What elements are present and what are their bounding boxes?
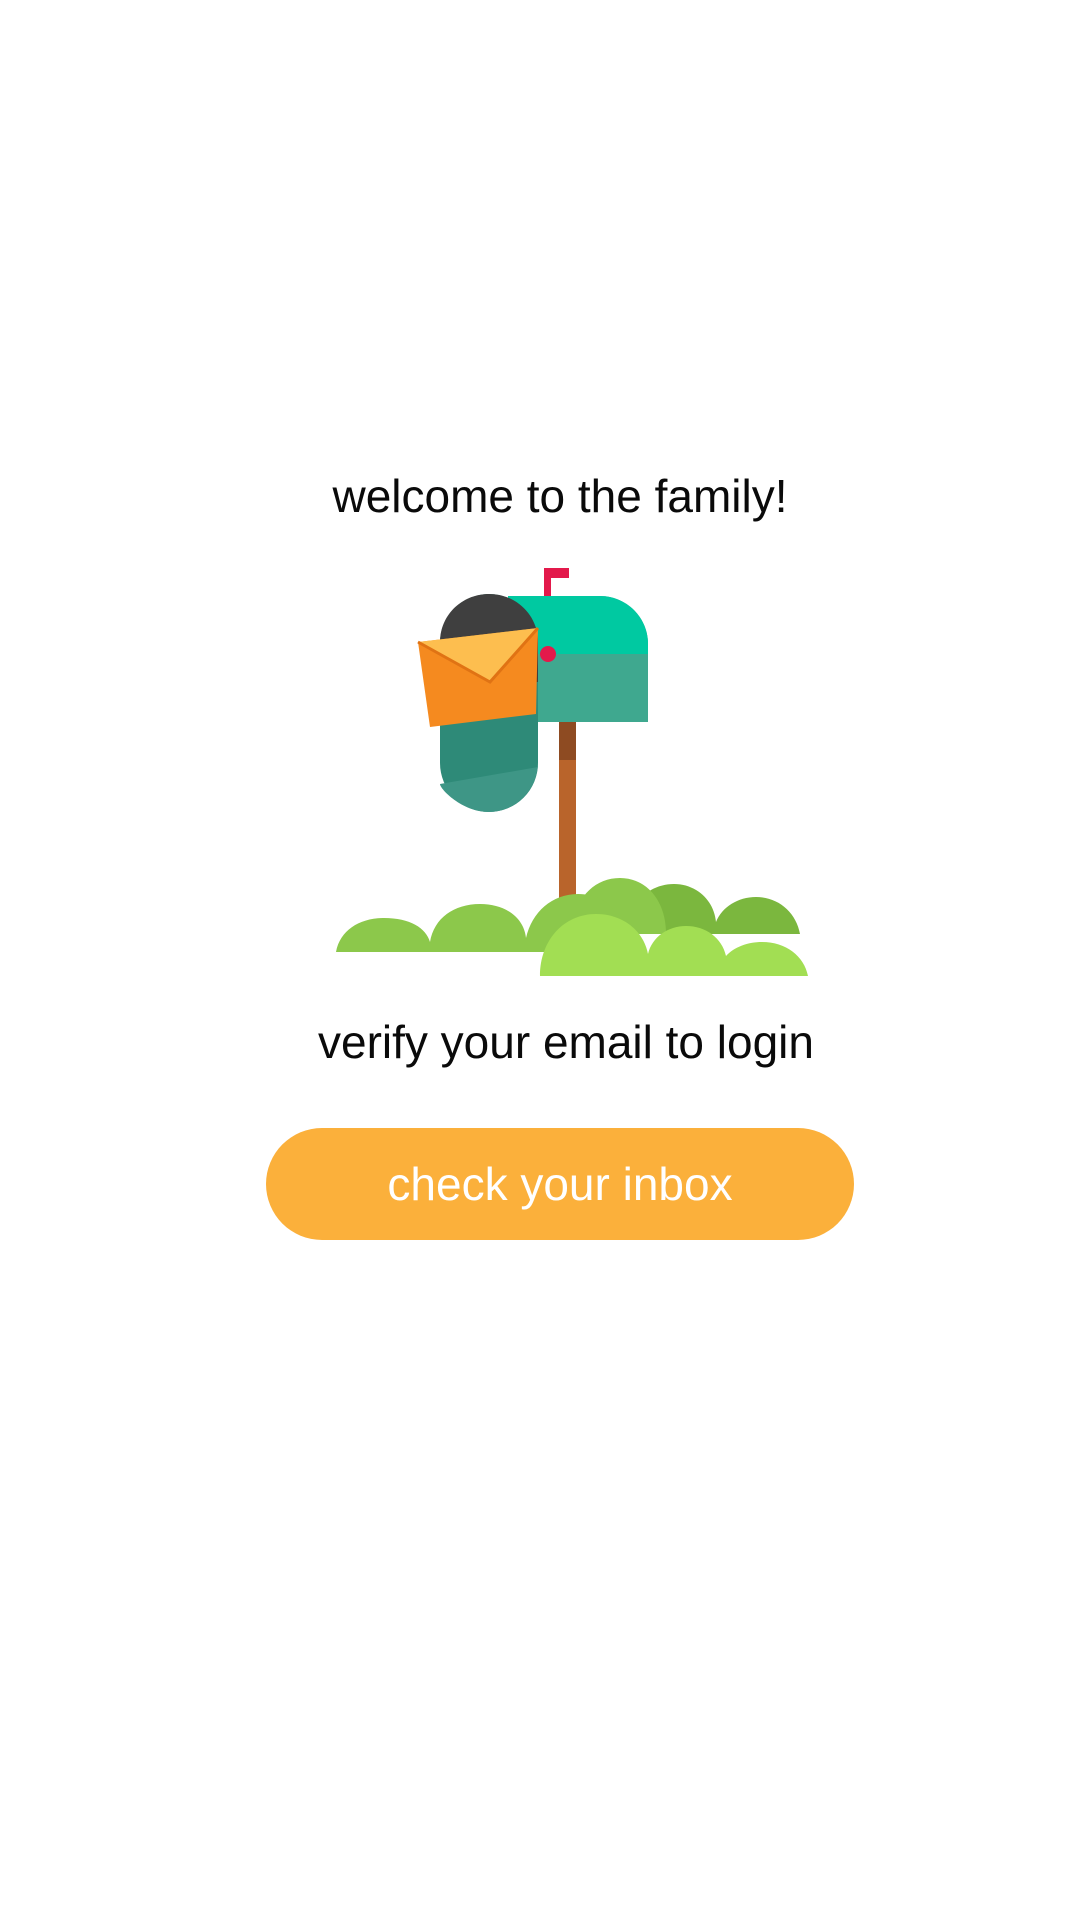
verify-email-screen: welcome to the family! verify your email… xyxy=(0,0,1081,1921)
welcome-title: welcome to the family! xyxy=(332,470,788,522)
check-inbox-button[interactable]: check your inbox xyxy=(266,1128,854,1240)
mailbox-illustration xyxy=(330,562,810,976)
mailbox-icon xyxy=(336,568,808,976)
verify-email-text: verify your email to login xyxy=(318,1016,814,1068)
